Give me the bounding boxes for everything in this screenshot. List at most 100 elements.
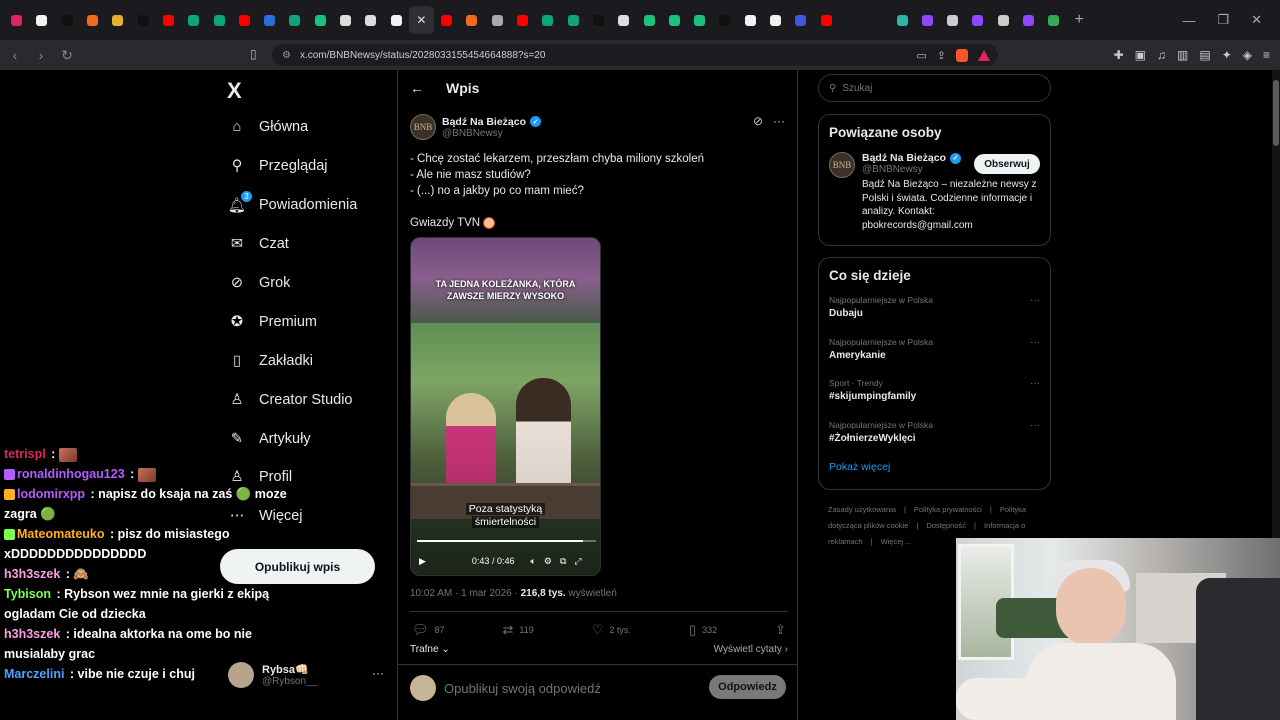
browser-tab[interactable] [763,6,788,34]
bookmark-page-icon[interactable]: ▯ [250,47,257,61]
browser-tab[interactable] [991,6,1016,34]
reader-icon[interactable]: ▣ [1135,48,1146,62]
browser-tab[interactable] [864,6,889,34]
nav-item-search[interactable]: ⚲ Przeglądaj [227,147,397,186]
browser-tab[interactable] [510,6,535,34]
browser-tab[interactable] [889,6,914,34]
brave-rewards-icon[interactable] [978,49,990,61]
nav-item-home[interactable]: ⌂ Główna [227,108,397,147]
browser-tab[interactable] [181,6,206,34]
browser-tab[interactable] [940,6,965,34]
more-options-icon[interactable]: ··· [773,114,785,128]
extensions-icon[interactable]: ✚ [1114,48,1124,62]
browser-tab[interactable] [80,6,105,34]
vpn-icon[interactable]: ◈ [1243,48,1252,62]
browser-tab[interactable] [282,6,307,34]
chat-username[interactable]: Marczelini [4,667,64,681]
browser-tab[interactable] [915,6,940,34]
browser-tab[interactable] [459,6,484,34]
person-name[interactable]: Bądź Na Bieżąco [862,152,946,164]
trend-item[interactable]: Najpopularniejsze w Polska Dubaju ··· [829,295,1040,337]
browser-tab[interactable] [687,6,712,34]
more-options-icon[interactable]: ··· [1030,337,1040,348]
chat-username[interactable]: ronaldinhogau123 [17,467,125,481]
trend-item[interactable]: Najpopularniejsze w Polska Amerykanie ··· [829,337,1040,379]
media-icon[interactable]: ♫ [1157,48,1166,62]
author-avatar[interactable]: BNB [410,114,436,140]
browser-tab[interactable] [738,6,763,34]
nav-item-bell[interactable]: 🔔︎ 3 Powiadomienia [227,186,397,225]
browser-tab[interactable] [814,6,839,34]
scrollbar-thumb[interactable] [1273,80,1279,146]
browser-tab[interactable] [1041,6,1066,34]
restore-icon[interactable]: ❐ [1217,12,1229,28]
leo-ai-icon[interactable]: ✦ [1222,48,1232,62]
nav-item-premium[interactable]: ✪ Premium [227,302,397,341]
brave-shields-icon[interactable] [956,48,968,62]
like-button[interactable]: ♡ 2 tys. [592,622,631,638]
browser-tab[interactable] [965,6,990,34]
sort-dropdown[interactable]: Trafne ⌄ [410,644,450,655]
x-logo[interactable]: X [227,78,242,104]
wallet-icon[interactable]: ▤ [1199,48,1210,62]
more-options-icon[interactable]: ··· [1030,378,1040,389]
share-button[interactable]: ⇪ [775,622,786,638]
pip-icon[interactable]: ⧉ [560,556,566,567]
related-person[interactable]: BNB Bądź Na Bieżąco ✓ @BNBNewsy Bądź Na … [829,152,1040,232]
play-icon[interactable]: ▶ [419,556,426,567]
author-handle[interactable]: @BNBNewsy [442,128,541,139]
tweet-video[interactable]: TA JEDNA KOLEŻANKA, KTÓRA ZAWSZE MIERZY … [410,237,601,576]
browser-tab[interactable] [206,6,231,34]
chat-username[interactable]: Mateomateuko [17,527,105,541]
browser-tab[interactable] [636,6,661,34]
author-name[interactable]: Bądź Na Bieżąco [442,116,526,128]
more-options-icon[interactable]: ··· [1030,420,1040,431]
show-more-link[interactable]: Pokaż więcej [829,461,1040,473]
follow-button[interactable]: Obserwuj [974,154,1040,174]
search-input[interactable]: ⚲ Szukaj [818,74,1051,102]
reload-icon[interactable]: ↻ [56,47,78,64]
browser-tab[interactable] [611,6,636,34]
back-arrow-icon[interactable]: ← [410,80,424,96]
chat-username[interactable]: tetrispl [4,447,46,461]
footer-link[interactable]: Dostępność [926,521,966,530]
video-progress-bar[interactable] [417,540,596,542]
trend-item[interactable]: Sport · Trendy #skijumpingfamily ··· [829,378,1040,420]
more-options-icon[interactable]: ··· [372,666,384,680]
nav-item-grok[interactable]: ⊘ Grok [227,264,397,303]
browser-tab[interactable] [839,6,864,34]
browser-tab[interactable] [485,6,510,34]
nav-item-mail[interactable]: ✉ Czat [227,225,397,264]
footer-link[interactable]: Zasady użytkowania [828,505,896,514]
repost-button[interactable]: ⇄ 119 [503,622,534,638]
browser-tab[interactable] [358,6,383,34]
fullscreen-icon[interactable]: ⤢ [574,556,581,567]
close-tab-icon[interactable]: ✕ [416,13,426,27]
bookmark-button[interactable]: ▯ 332 [689,622,717,638]
browser-tab[interactable] [232,6,257,34]
back-arrow-icon[interactable]: ‹ [4,47,26,63]
browser-tab[interactable] [29,6,54,34]
footer-link[interactable]: Więcej ... [881,537,912,546]
browser-tab[interactable] [586,6,611,34]
footer-link[interactable]: Polityka prywatności [914,505,982,514]
new-tab-button[interactable]: + [1066,6,1091,34]
browser-tab[interactable] [561,6,586,34]
tweet-author[interactable]: BNB Bądź Na Bieżąco ✓ @BNBNewsy [410,114,542,140]
browser-tab[interactable] [257,6,282,34]
person-avatar[interactable]: BNB [829,152,855,178]
menu-icon[interactable]: ≡ [1263,48,1270,62]
browser-tab[interactable] [535,6,560,34]
share-icon[interactable]: ⇪ [937,49,946,62]
site-settings-icon[interactable]: ⚙ [282,50,291,61]
chat-username[interactable]: h3h3szek [4,567,60,581]
nav-item-bookmark[interactable]: ▯ Zakładki [227,341,397,380]
reply-submit-button[interactable]: Odpowiedz [709,675,786,699]
nav-item-creator-studio[interactable]: ♙ Creator Studio [227,380,397,419]
browser-tab[interactable] [788,6,813,34]
grok-icon[interactable]: ⊘ [753,114,763,128]
chat-username[interactable]: Tybison [4,587,51,601]
browser-tab[interactable] [662,6,687,34]
chat-username[interactable]: h3h3szek [4,627,60,641]
browser-tab[interactable] [130,6,155,34]
